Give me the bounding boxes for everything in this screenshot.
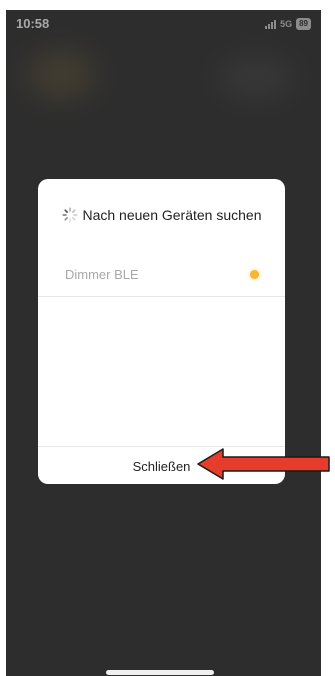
status-indicators: 5G 89 — [265, 18, 311, 30]
device-status-dot — [250, 270, 259, 279]
device-list-item[interactable]: Dimmer BLE — [38, 256, 285, 297]
red-arrow-annotation — [197, 448, 330, 480]
search-devices-dialog: Nach neuen Geräten suchen Dimmer BLE Sch… — [38, 179, 285, 484]
loading-spinner-icon — [62, 207, 79, 223]
home-indicator[interactable] — [106, 670, 214, 675]
dialog-header: Nach neuen Geräten suchen — [38, 206, 285, 224]
phone-screen: 10:58 5G 89 Nach neuen Geräten suchen Di… — [6, 10, 321, 676]
battery-icon: 89 — [296, 18, 311, 30]
network-label: 5G — [280, 19, 293, 29]
signal-icon — [265, 19, 277, 29]
dialog-title: Nach neuen Geräten suchen — [82, 207, 262, 223]
close-button-label: Schließen — [132, 458, 191, 474]
device-name: Dimmer BLE — [65, 267, 139, 282]
background-blur — [26, 50, 96, 100]
status-bar: 10:58 5G 89 — [6, 10, 321, 42]
status-time: 10:58 — [16, 16, 50, 31]
background-blur — [216, 55, 296, 100]
